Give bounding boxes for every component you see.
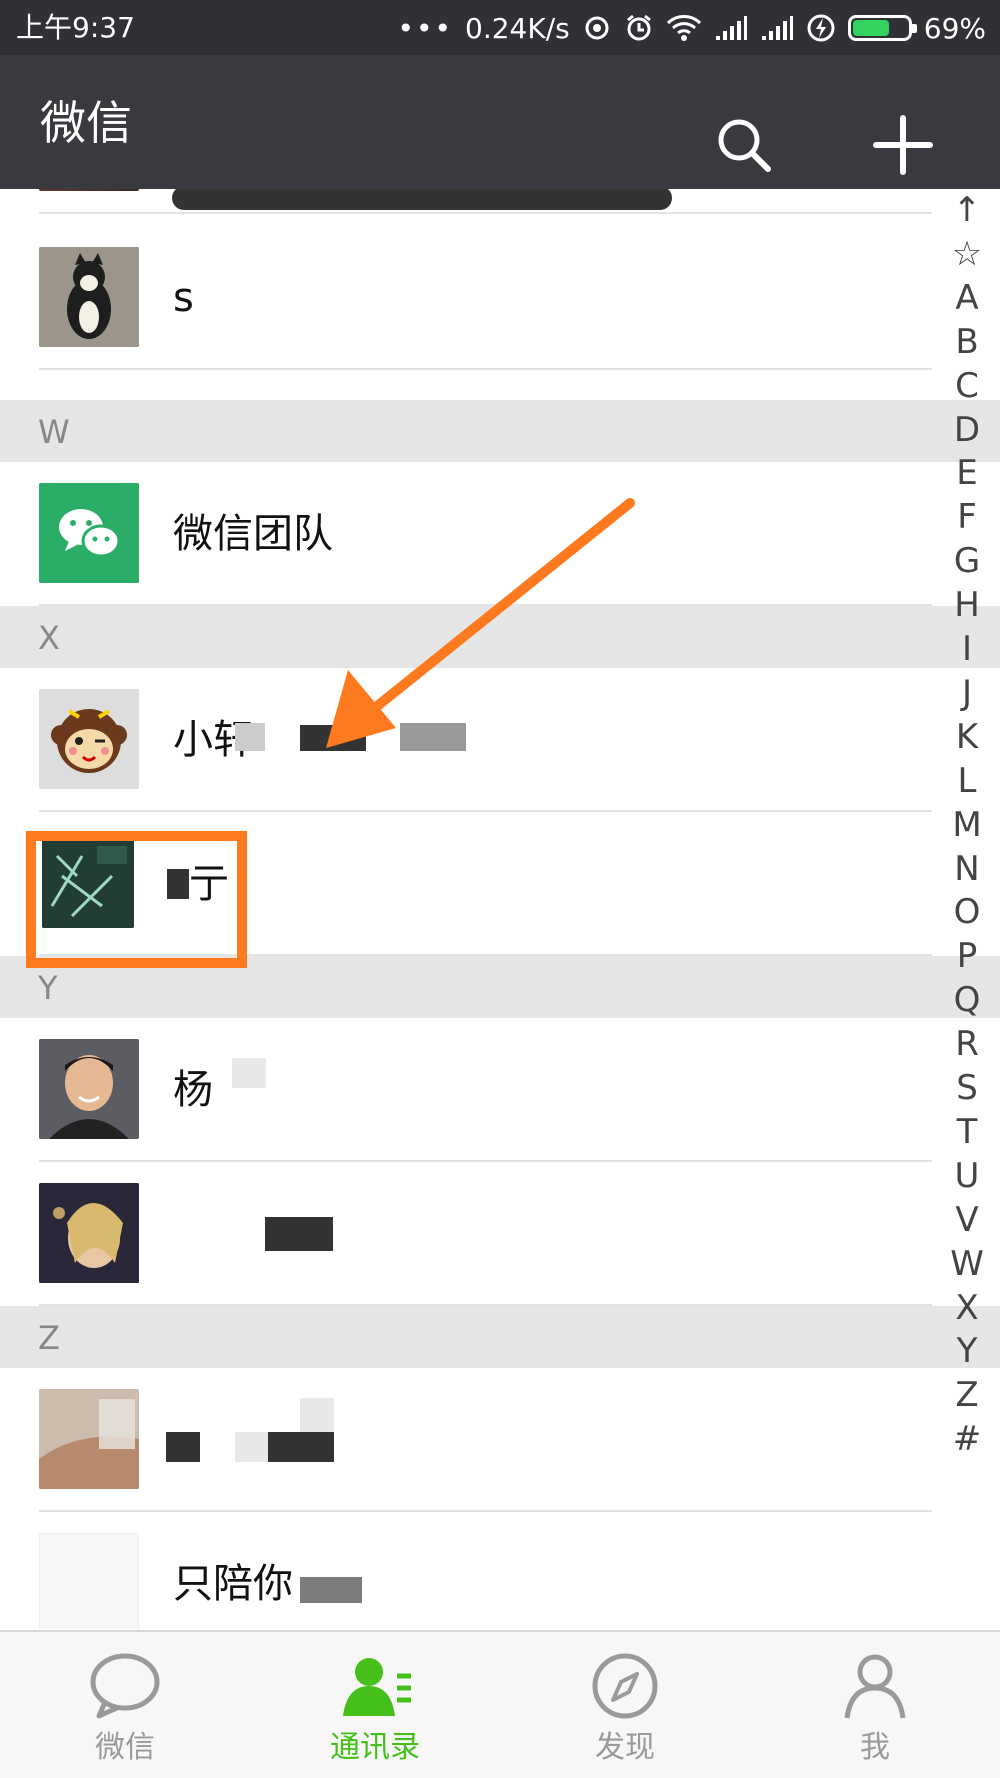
- wifi-icon: [666, 15, 701, 41]
- index-letter[interactable]: Z: [940, 1375, 994, 1415]
- section-header: Z: [0, 1306, 1000, 1368]
- avatar: [39, 1183, 139, 1283]
- index-letter[interactable]: A: [940, 278, 994, 318]
- battery-percent: 69%: [923, 11, 986, 45]
- avatar: [39, 483, 139, 583]
- contact-row[interactable]: 只陪你: [0, 1512, 1000, 1629]
- tab-me[interactable]: 我: [750, 1632, 1000, 1778]
- status-bar: 上午9:37 ••• 0.24K/s 69%: [0, 0, 1000, 55]
- index-letter[interactable]: J: [940, 673, 994, 713]
- cartoon-monkey-icon: [39, 689, 139, 789]
- index-letter[interactable]: M: [940, 805, 994, 845]
- tab-discover[interactable]: 发现: [500, 1632, 750, 1778]
- index-letter[interactable]: Y: [940, 1331, 994, 1371]
- man-photo-icon: [39, 1039, 139, 1139]
- index-letter[interactable]: G: [940, 541, 994, 581]
- index-letter[interactable]: I: [940, 629, 994, 669]
- index-letter[interactable]: T: [940, 1112, 994, 1152]
- contact-name: 杨: [173, 1067, 213, 1113]
- alarm-icon: [626, 14, 651, 41]
- index-letter[interactable]: N: [940, 849, 994, 889]
- index-letter[interactable]: F: [940, 497, 994, 537]
- contact-row[interactable]: [0, 1368, 1000, 1512]
- index-letter[interactable]: ☆: [940, 234, 994, 274]
- contact-row[interactable]: 杨: [0, 1018, 1000, 1162]
- section-letter: Y: [38, 969, 58, 1007]
- contact-row[interactable]: [0, 1162, 1000, 1306]
- avatar: [39, 689, 139, 789]
- contact-name: s: [173, 275, 194, 321]
- section-letter: X: [38, 619, 60, 657]
- index-letter[interactable]: Q: [940, 980, 994, 1020]
- index-letter[interactable]: O: [940, 892, 994, 932]
- bottom-tab-bar: 微信 通讯录 发现 我: [0, 1630, 1000, 1778]
- plus-icon[interactable]: [868, 110, 938, 180]
- index-letter[interactable]: K: [940, 717, 994, 757]
- tab-label: 通讯录: [330, 1730, 420, 1765]
- alphabet-index[interactable]: ↑ ☆ A B C D E F G H I J K L M N O P Q R S T U V W X Y Z #: [940, 190, 994, 1630]
- index-letter[interactable]: H: [940, 585, 994, 625]
- sync-icon: [585, 16, 609, 40]
- status-time: 上午9:37: [16, 11, 135, 44]
- contact-row[interactable]: 微信团队: [0, 462, 1000, 606]
- tab-contacts[interactable]: 通讯录: [250, 1632, 500, 1778]
- index-letter[interactable]: E: [940, 453, 994, 493]
- charging-icon: [807, 14, 835, 42]
- battery-icon: [847, 15, 917, 41]
- section-letter: W: [38, 413, 70, 451]
- tab-chats[interactable]: 微信: [0, 1632, 250, 1778]
- page-title: 微信: [40, 96, 132, 150]
- contact-name: 只陪你: [173, 1561, 293, 1607]
- app-header: 微信: [0, 55, 1000, 189]
- tab-label: 发现: [595, 1730, 655, 1765]
- index-letter[interactable]: U: [940, 1156, 994, 1196]
- avatar: [39, 1039, 139, 1139]
- index-letter[interactable]: D: [940, 410, 994, 450]
- contact-name: 微信团队: [173, 511, 333, 557]
- index-letter[interactable]: X: [940, 1288, 994, 1328]
- highlight-box: [26, 831, 247, 968]
- avatar: [39, 1533, 139, 1629]
- network-speed: 0.24K/s: [465, 11, 570, 45]
- avatar: [39, 1389, 139, 1489]
- index-letter[interactable]: ↑: [940, 190, 994, 230]
- dog-photo-icon: [39, 247, 139, 347]
- contact-row[interactable]: s: [0, 226, 1000, 370]
- signal-icon: [715, 16, 747, 40]
- search-icon[interactable]: [712, 113, 776, 177]
- index-letter[interactable]: S: [940, 1068, 994, 1108]
- avatar: [39, 247, 139, 347]
- contact-row[interactable]: 小轩: [0, 668, 1000, 812]
- hand-photo-icon: [39, 1389, 139, 1489]
- chat-bubble-icon: [90, 1653, 160, 1719]
- tab-label: 我: [860, 1730, 890, 1765]
- section-letter: Z: [38, 1319, 60, 1357]
- redacted-name: [172, 189, 672, 210]
- person-icon: [844, 1654, 906, 1719]
- avatar: [39, 189, 139, 191]
- more-dots-icon: •••: [397, 11, 454, 45]
- contacts-icon: [343, 1658, 411, 1716]
- index-letter[interactable]: W: [940, 1244, 994, 1284]
- contact-row[interactable]: [0, 189, 1000, 214]
- signal-icon: [761, 16, 793, 40]
- index-letter[interactable]: C: [940, 366, 994, 406]
- index-letter[interactable]: L: [940, 761, 994, 801]
- section-header: X: [0, 606, 1000, 668]
- index-letter[interactable]: B: [940, 322, 994, 362]
- section-header: W: [0, 400, 1000, 462]
- index-letter[interactable]: #: [940, 1419, 994, 1459]
- tab-label: 微信: [95, 1730, 155, 1765]
- index-letter[interactable]: P: [940, 936, 994, 976]
- wechat-logo-icon: [39, 483, 139, 583]
- compass-icon: [592, 1653, 658, 1719]
- index-letter[interactable]: R: [940, 1024, 994, 1064]
- index-letter[interactable]: V: [940, 1200, 994, 1240]
- woman-photo-icon: [39, 1183, 139, 1283]
- status-icons: ••• 0.24K/s 69%: [397, 8, 986, 48]
